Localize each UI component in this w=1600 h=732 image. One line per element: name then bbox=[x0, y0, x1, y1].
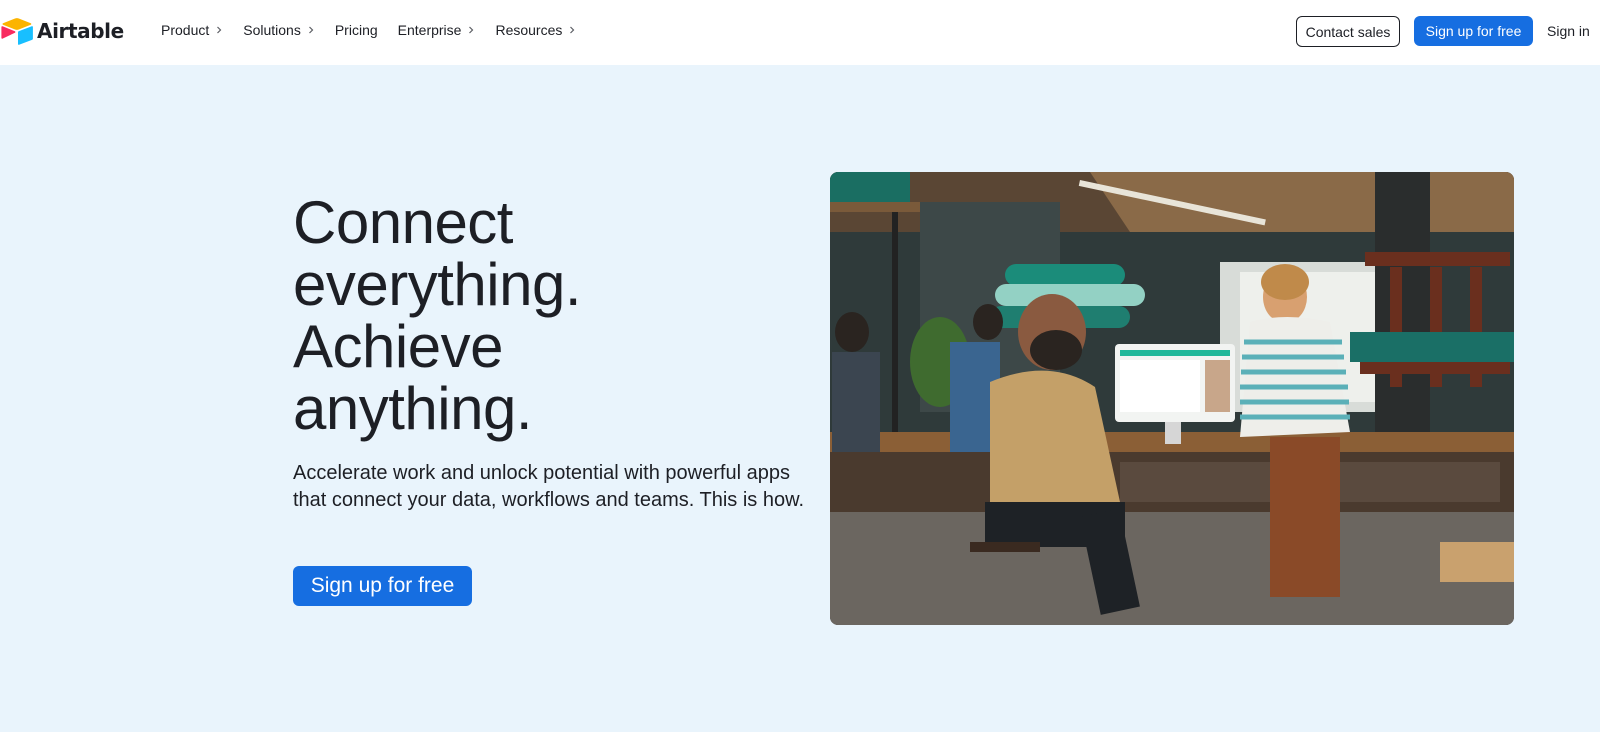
brand-logo-link[interactable]: Airtable bbox=[0, 17, 124, 45]
nav-item-product[interactable]: Product bbox=[161, 22, 223, 38]
hero-signup-button[interactable]: Sign up for free bbox=[293, 566, 472, 606]
hero-headline: Connect everything. Achieve anything. bbox=[293, 192, 713, 440]
sign-in-link[interactable]: Sign in bbox=[1547, 23, 1590, 39]
nav-item-label: Enterprise bbox=[397, 22, 462, 38]
brand-name: Airtable bbox=[37, 19, 124, 43]
chevron-right-icon bbox=[568, 26, 576, 34]
headline-line: Achieve bbox=[293, 313, 503, 380]
airtable-logo-icon bbox=[1, 18, 33, 45]
chevron-right-icon bbox=[467, 26, 475, 34]
top-navigation-bar: Airtable Product Solutions Pricing Enterpri… bbox=[0, 0, 1600, 65]
headline-line: Connect bbox=[293, 189, 513, 256]
nav-item-label: Solutions bbox=[243, 22, 301, 38]
chevron-right-icon bbox=[307, 26, 315, 34]
chevron-right-icon bbox=[215, 26, 223, 34]
nav-item-pricing[interactable]: Pricing bbox=[335, 22, 378, 38]
hero-photo-illustration bbox=[830, 172, 1514, 625]
header-signup-button[interactable]: Sign up for free bbox=[1414, 16, 1533, 46]
nav-item-resources[interactable]: Resources bbox=[495, 22, 576, 38]
hero-subheading: Accelerate work and unlock potential wit… bbox=[293, 462, 804, 511]
main-nav: Product Solutions Pricing Enterprise Resourc… bbox=[161, 22, 596, 38]
nav-item-label: Pricing bbox=[334, 22, 378, 38]
hero-photo bbox=[830, 172, 1514, 625]
nav-item-label: Product bbox=[161, 22, 210, 38]
headline-line: anything. bbox=[293, 375, 533, 442]
nav-item-solutions[interactable]: Solutions bbox=[243, 22, 315, 38]
contact-sales-button[interactable]: Contact sales bbox=[1296, 16, 1400, 47]
nav-item-label: Resources bbox=[495, 22, 563, 38]
headline-line: everything. bbox=[293, 251, 582, 318]
nav-item-enterprise[interactable]: Enterprise bbox=[398, 22, 476, 38]
